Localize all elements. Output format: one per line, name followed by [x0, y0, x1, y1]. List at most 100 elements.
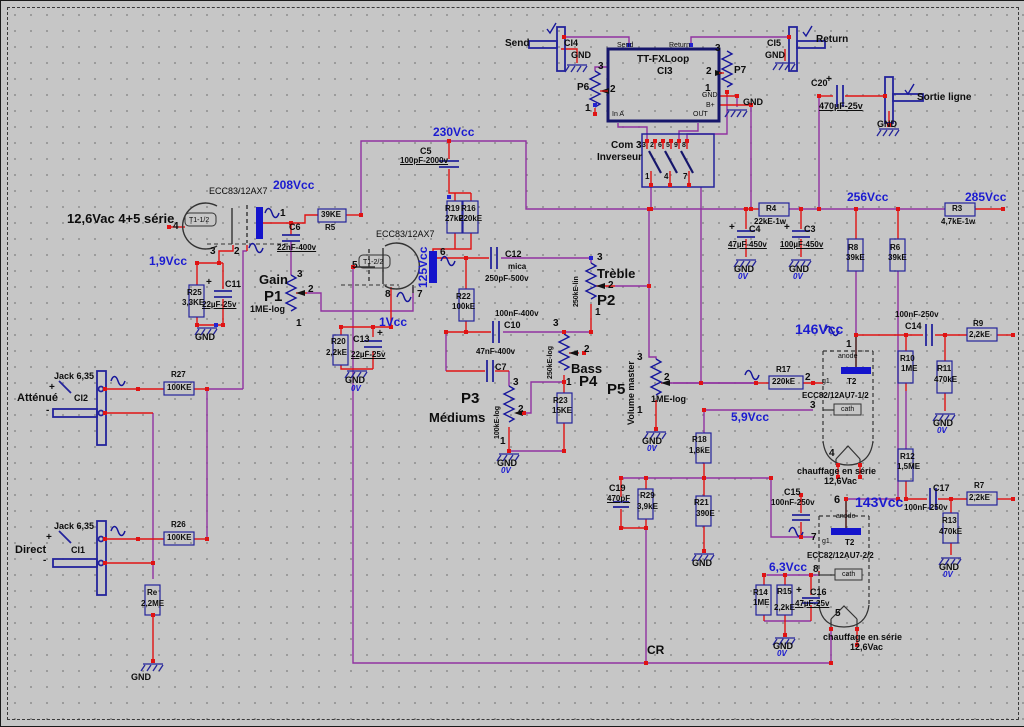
v59-label: 5,9Vcc: [731, 411, 769, 423]
t1b-pin7: 7: [417, 290, 423, 300]
sw-pin-3: 3: [642, 142, 646, 149]
p5-pin3: 3: [637, 353, 643, 363]
anode-bar-t1a: [256, 207, 263, 239]
t1b-pin8: 8: [385, 290, 391, 300]
cap-c14: [926, 324, 932, 346]
t1b-pin5: 5: [352, 261, 358, 271]
c11-value: 22µF-25v: [202, 301, 236, 309]
r12-name: R12: [900, 453, 915, 461]
zerov-c4: 0V: [738, 273, 748, 281]
r29-value: 3,9kE: [637, 503, 658, 511]
fxloop-pin-out: OUT: [693, 111, 708, 118]
v63-label: 6,3Vcc: [769, 561, 807, 573]
r21-value: 390E: [696, 510, 715, 518]
return-label: Return: [816, 35, 848, 45]
tube-t1a: [183, 203, 289, 249]
re-value: 2,2ME: [141, 600, 164, 608]
c15-name: C15: [784, 488, 801, 497]
c17-value: 100nF-250v: [904, 504, 948, 512]
v146-label: 146Vcc: [795, 322, 843, 336]
p2-value: 250kE-lin: [573, 276, 580, 307]
c15-value: 100nF-250v: [771, 499, 815, 507]
fxloop-name: CI3: [657, 67, 673, 77]
p4-pin2: 2: [584, 345, 590, 355]
r25-name: R25: [187, 289, 202, 297]
p2-func: Trèble: [597, 267, 635, 280]
c11-plus: +: [206, 278, 212, 288]
r22-value: 100kE: [452, 303, 475, 311]
p5-pin2: 2: [664, 373, 670, 383]
sortie-label: Sortie ligne: [917, 93, 971, 103]
heater-left-label: 12,6Vac 4+5 série: [67, 212, 174, 225]
fxloop-pin-bplus: B+: [706, 102, 715, 109]
p5-pin1: 1: [637, 406, 643, 416]
schematic-canvas: [1, 1, 1024, 726]
c7-value: 47nF-400v: [476, 348, 515, 356]
p1-pin1: 1: [296, 319, 302, 329]
fxloop-pin-return: Return: [669, 42, 690, 49]
t1a-pin2: 2: [234, 247, 240, 257]
c13-name: C13: [353, 335, 370, 344]
v143-label: 143Vcc: [855, 495, 903, 509]
r15-name: R15: [777, 588, 792, 596]
v125-label: 125Vcc: [417, 247, 429, 288]
anode-bar-t2a: [841, 367, 871, 374]
zerov-c16: 0V: [777, 650, 787, 658]
c17-name: C17: [933, 484, 950, 493]
v285-label: 285Vcc: [965, 191, 1006, 203]
c19-name: C19: [609, 484, 626, 493]
t2a-anode: anode: [838, 353, 857, 360]
zerov-c3: 0V: [793, 273, 803, 281]
t2b-pin8: 8: [813, 565, 819, 575]
ci1-func: Direct: [15, 545, 46, 556]
p1-func: Gain: [259, 273, 288, 286]
t1a-type: ECC83/12AX7: [209, 187, 268, 196]
p6-name: P6: [577, 83, 589, 93]
com3-label2: Inverseur: [597, 153, 642, 163]
r17-value: 220kE: [772, 378, 795, 386]
c10-value: 100nF-400v: [495, 310, 539, 318]
c6-name: C6: [289, 223, 301, 232]
t2b-pin6: 6: [834, 495, 840, 506]
t2a-cath: cath: [841, 406, 854, 413]
t1a-pin1: 1: [280, 209, 286, 219]
r18-value: 1,8kE: [689, 447, 710, 455]
t1b-name: T1-2/2: [363, 259, 383, 266]
p4-value: 250kE-log: [547, 346, 554, 379]
r12-value: 1,5ME: [897, 463, 920, 471]
junction-dots: [103, 35, 1015, 665]
r15-value: 2,2kE: [774, 604, 795, 612]
r14-name: R14: [753, 589, 768, 597]
r27-value: 100KE: [167, 384, 191, 392]
r10-value: 1ME: [901, 365, 917, 373]
sw-pin-6: 6: [658, 142, 662, 149]
p3-name: P3: [461, 391, 479, 406]
t2a-heater1: chauffage en série: [797, 467, 876, 476]
sw-pin-9: 9: [674, 142, 678, 149]
p6-pin1: 1: [585, 104, 591, 114]
send-label: Send: [505, 39, 529, 49]
r7-value: 2,2kE: [969, 494, 990, 502]
c4-value: 47µF-450v: [728, 241, 767, 249]
r29-name: R29: [640, 492, 655, 500]
ci5-label: CI5: [767, 39, 781, 48]
cap-c15: [792, 515, 810, 520]
r8-value: 39kE: [846, 254, 865, 262]
wires-red: [105, 49, 1013, 661]
r23-name: R23: [553, 397, 568, 405]
p7-pin2: 2: [706, 67, 712, 77]
v256-label: 256Vcc: [847, 191, 888, 203]
p1-pin2: 2: [308, 285, 314, 295]
sw-pin-8: 8: [682, 142, 686, 149]
zerov-p5: 0V: [647, 445, 657, 453]
ci2-minus: -: [46, 406, 49, 416]
p6-pin3: 3: [598, 62, 604, 72]
ci2-func: Atténué: [17, 393, 58, 404]
c16-plus: +: [796, 586, 802, 596]
r13-value: 470kE: [939, 528, 962, 536]
t2a-g1: g1: [822, 378, 830, 385]
pot-p2: [586, 263, 596, 299]
cap-c10: [493, 321, 499, 343]
c3-value: 100µF-450v: [780, 241, 823, 249]
r10-name: R10: [900, 355, 915, 363]
